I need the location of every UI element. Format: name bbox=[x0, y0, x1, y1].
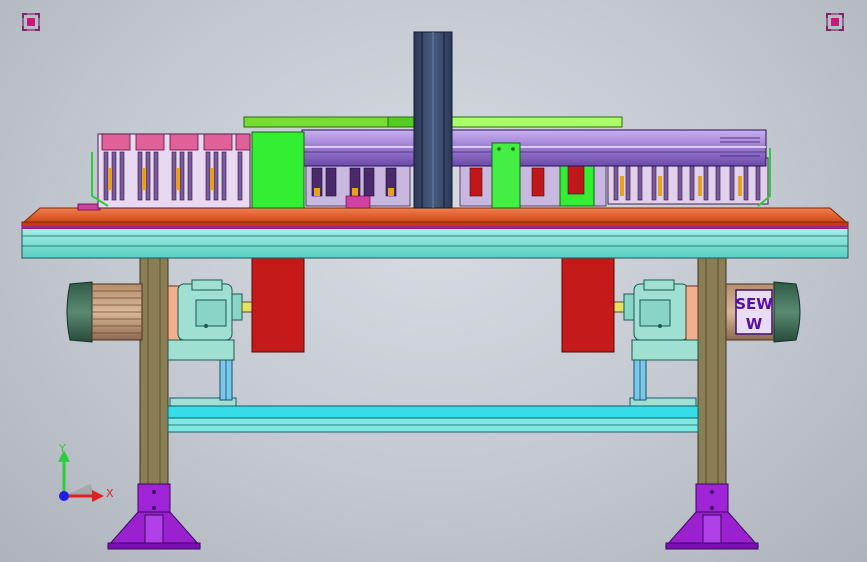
left-top-plate[interactable] bbox=[243, 116, 389, 128]
linear-rail[interactable] bbox=[301, 129, 767, 167]
right-gearbox[interactable] bbox=[613, 279, 699, 361]
y-axis-label: Y bbox=[59, 442, 66, 455]
main-frame-beam[interactable] bbox=[21, 227, 849, 259]
z-axis-dot bbox=[59, 491, 69, 501]
right-leg[interactable] bbox=[697, 257, 727, 491]
machine-model[interactable]: SEW W bbox=[0, 0, 867, 562]
center-roller-group bbox=[305, 165, 607, 209]
vertical-column[interactable] bbox=[413, 31, 453, 209]
left-motor[interactable] bbox=[66, 281, 143, 343]
right-top-plate[interactable] bbox=[451, 116, 623, 128]
lower-tie-bar[interactable] bbox=[167, 397, 699, 433]
right-red-block[interactable] bbox=[561, 257, 615, 353]
svg-text:SEW: SEW bbox=[735, 295, 773, 313]
right-foot[interactable] bbox=[664, 483, 760, 550]
cad-viewport[interactable]: SEW W Y X bbox=[0, 0, 867, 562]
x-axis-label: X bbox=[106, 487, 114, 500]
left-support-post bbox=[219, 359, 233, 401]
left-roller-carriage[interactable] bbox=[91, 133, 251, 209]
left-foot[interactable] bbox=[106, 483, 202, 550]
right-green-block[interactable] bbox=[491, 142, 521, 209]
left-red-block[interactable] bbox=[251, 257, 305, 353]
right-support-post bbox=[633, 359, 647, 401]
svg-text:W: W bbox=[746, 315, 763, 333]
left-gearbox[interactable] bbox=[167, 279, 253, 361]
left-leg[interactable] bbox=[139, 257, 169, 491]
left-green-block[interactable] bbox=[251, 131, 305, 209]
orientation-triad[interactable]: Y X bbox=[50, 440, 120, 510]
